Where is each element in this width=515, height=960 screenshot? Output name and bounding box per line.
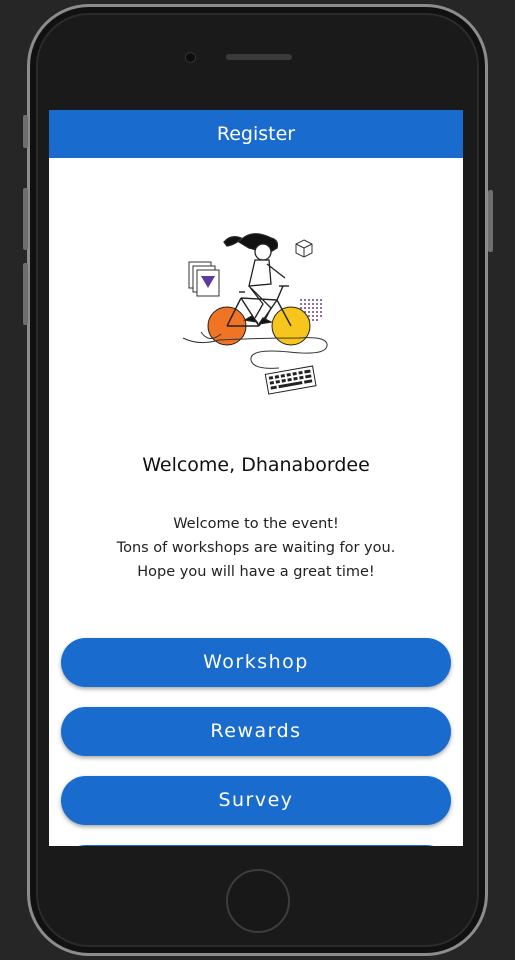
power-button	[488, 190, 493, 252]
survey-button[interactable]: Survey	[61, 776, 451, 825]
keyboard-icon	[264, 365, 317, 395]
welcome-line: Welcome to the event!	[173, 516, 339, 532]
cube-icon	[295, 239, 313, 258]
welcome-line: Hope you will have a great time!	[137, 564, 375, 580]
app-bar: Register	[49, 110, 463, 158]
workshop-button[interactable]: Workshop	[61, 638, 451, 687]
keyboard-cable	[182, 337, 328, 369]
volume-down-button	[23, 263, 28, 325]
cards-icon	[188, 261, 220, 297]
partially-visible-button[interactable]	[61, 845, 451, 846]
home-button[interactable]	[226, 869, 290, 933]
app-screen: Register Welcome, Dhanabordee Welcome to…	[49, 110, 463, 846]
front-camera	[185, 52, 196, 63]
cyclist-illustration	[182, 233, 328, 395]
welcome-line: Tons of workshops are waiting for you.	[116, 540, 396, 556]
welcome-title: Welcome, Dhanabordee	[142, 454, 370, 476]
rewards-button[interactable]: Rewards	[61, 707, 451, 756]
earpiece-speaker	[226, 54, 292, 60]
volume-up-button	[23, 188, 28, 250]
mute-switch	[23, 115, 28, 148]
app-bar-title: Register	[216, 123, 296, 145]
welcome-message: Welcome to the event! Tons of workshops …	[49, 512, 463, 584]
